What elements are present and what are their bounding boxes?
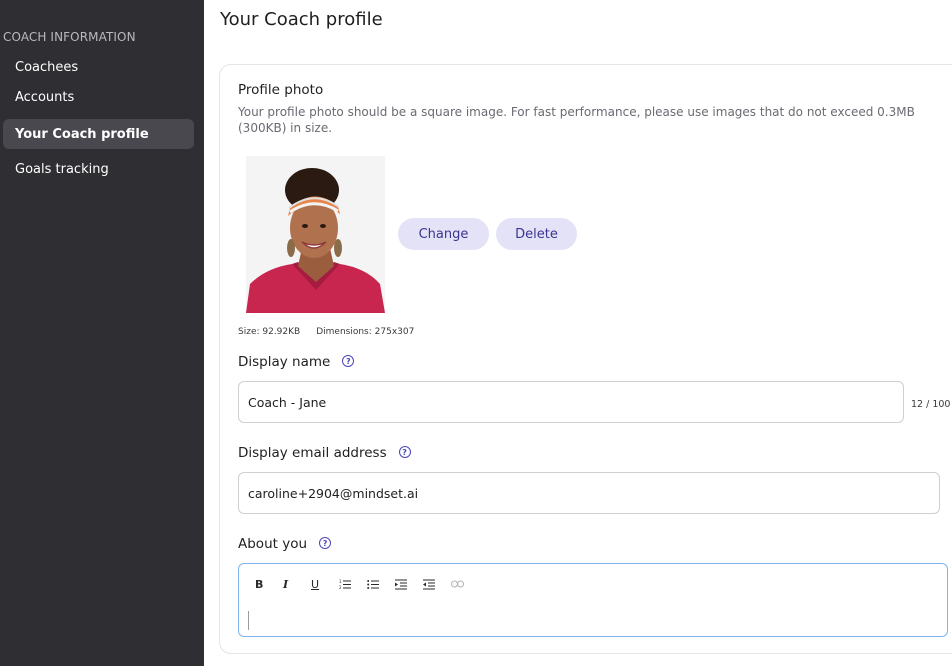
profile-photo-image (246, 156, 385, 313)
indent-icon[interactable] (395, 576, 423, 592)
help-icon[interactable]: ? (319, 537, 332, 549)
sidebar-item-coach-profile[interactable]: Your Coach profile (3, 119, 194, 149)
sidebar-item-accounts[interactable]: Accounts (3, 82, 194, 112)
about-you-label-text: About you (238, 536, 308, 552)
italic-icon[interactable]: I (283, 576, 311, 592)
ordered-list-icon[interactable]: 12 (339, 576, 367, 592)
change-photo-button[interactable]: Change (398, 218, 489, 250)
profile-photo-label: Profile photo (238, 82, 324, 98)
display-email-label: Display email address? (238, 445, 411, 461)
bullet-list-icon[interactable] (367, 576, 395, 592)
svg-text:2: 2 (339, 585, 342, 590)
display-email-label-text: Display email address (238, 445, 387, 461)
display-email-input[interactable]: caroline+2904@mindset.ai (238, 472, 940, 514)
page-title: Your Coach profile (220, 9, 383, 30)
profile-photo-help-text: Your profile photo should be a square im… (238, 105, 915, 135)
help-icon[interactable]: ? (398, 446, 411, 458)
display-name-label: Display name? (238, 354, 355, 370)
editor-toolbar: B I U 12 (255, 576, 479, 592)
about-you-editor[interactable]: B I U 12 (238, 563, 948, 637)
display-name-input[interactable]: Coach - Jane (238, 381, 904, 423)
sidebar-item-label: Accounts (15, 89, 75, 105)
link-icon[interactable] (451, 576, 479, 592)
display-name-value: Coach - Jane (248, 394, 327, 410)
text-caret (248, 611, 249, 630)
photo-dimensions: Dimensions: 275x307 (316, 327, 415, 337)
sidebar-heading: COACH INFORMATION (3, 30, 136, 44)
about-you-label: About you? (238, 536, 332, 552)
display-name-label-text: Display name (238, 354, 331, 370)
svg-text:1: 1 (339, 579, 342, 584)
sidebar-item-label: Your Coach profile (15, 126, 149, 142)
photo-size: Size: 92.92KB (238, 327, 301, 337)
underline-icon[interactable]: U (311, 576, 339, 592)
delete-photo-button[interactable]: Delete (496, 218, 577, 250)
sidebar: COACH INFORMATION Coachees Accounts Your… (0, 0, 204, 666)
outdent-icon[interactable] (423, 576, 451, 592)
display-name-char-counter: 12 / 100 (911, 399, 951, 410)
sidebar-item-label: Goals tracking (15, 161, 109, 177)
sidebar-item-label: Coachees (15, 59, 79, 75)
sidebar-item-goals-tracking[interactable]: Goals tracking (3, 154, 194, 184)
help-icon[interactable]: ? (342, 355, 355, 367)
bold-icon[interactable]: B (255, 576, 283, 592)
sidebar-item-coachees[interactable]: Coachees (3, 52, 194, 82)
photo-meta: Size: 92.92KB Dimensions: 275x307 (238, 327, 430, 337)
display-email-value: caroline+2904@mindset.ai (248, 485, 419, 501)
